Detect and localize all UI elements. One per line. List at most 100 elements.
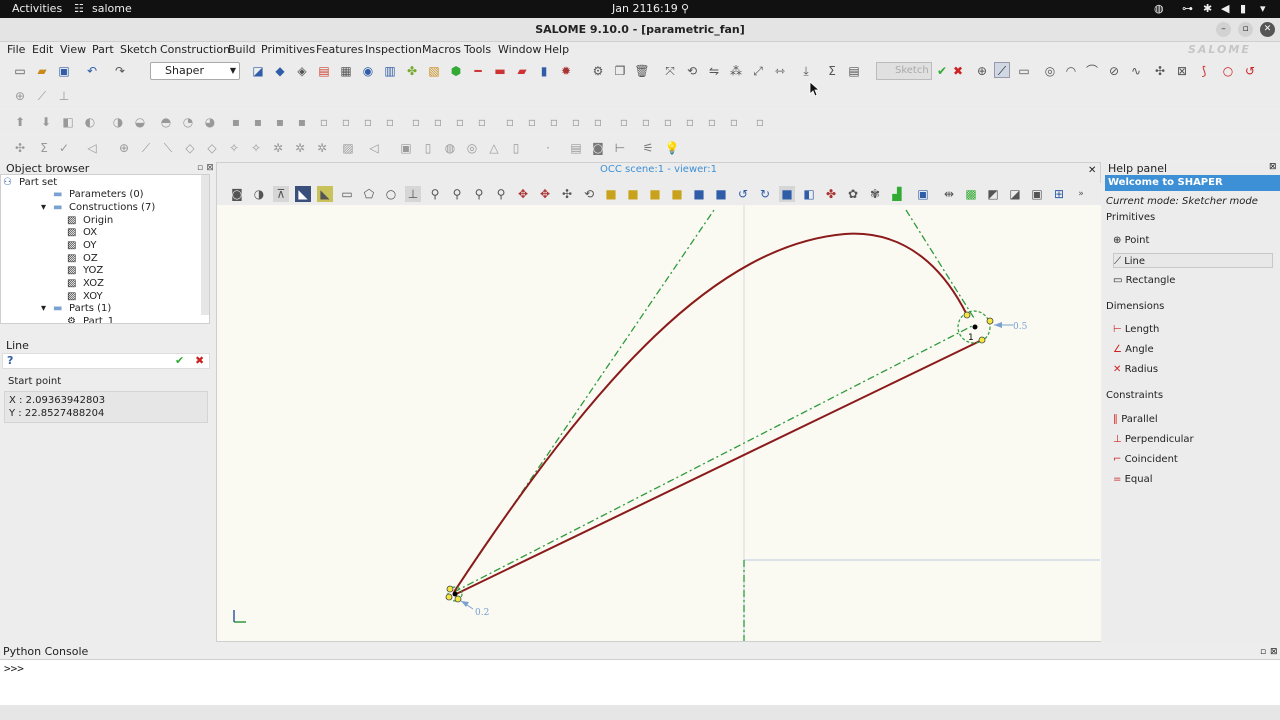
env-texture-icon[interactable]: ◩: [985, 186, 1001, 202]
endpoint-marker[interactable]: [978, 336, 986, 344]
help-item-point[interactable]: ⊕ Point: [1113, 233, 1273, 248]
console-float-icon[interactable]: ▫: [1260, 645, 1266, 659]
yacs-icon[interactable]: ▦: [338, 63, 354, 79]
union-icon[interactable]: ▫: [360, 114, 376, 130]
help-item-rectangle[interactable]: ▭ Rectangle: [1113, 273, 1273, 288]
extrude-icon[interactable]: ⬆: [12, 114, 28, 130]
group-cut-icon[interactable]: ▫: [704, 114, 720, 130]
group-add-icon[interactable]: ▫: [682, 114, 698, 130]
open-folder-icon[interactable]: ▰: [34, 63, 50, 79]
fillet-icon[interactable]: ◔: [180, 114, 196, 130]
leading-edge-center[interactable]: [452, 591, 458, 597]
start-point-box[interactable]: X : 2.09363942803 Y : 22.8527488204: [4, 391, 208, 423]
rotate-sketch-icon[interactable]: ↺: [1242, 63, 1258, 79]
help-item-perpendicular[interactable]: ⊥ Perpendicular: [1113, 432, 1273, 447]
linear-copy-icon[interactable]: ▫: [524, 114, 540, 130]
wire-icon[interactable]: ✓: [56, 140, 72, 156]
sketch-mode-button[interactable]: Sketch: [876, 62, 932, 80]
angular-copy-icon[interactable]: ▫: [502, 114, 518, 130]
tree-item-part1[interactable]: ⚙ Part_1: [67, 315, 114, 323]
tree-item-partset[interactable]: ⚇ Part set: [3, 176, 57, 189]
tree-item-xoz[interactable]: ▨ XOZ: [67, 277, 104, 290]
settings-gear-icon[interactable]: ⚙: [590, 63, 606, 79]
ellipse-arc-icon[interactable]: ⌒: [1084, 63, 1100, 79]
view-back-icon[interactable]: ■: [625, 186, 641, 202]
polyline-icon[interactable]: ⟍: [160, 140, 176, 156]
cut-icon[interactable]: ▪: [228, 114, 244, 130]
torus-icon[interactable]: ◎: [464, 140, 480, 156]
sum-icon[interactable]: Σ: [824, 63, 840, 79]
rectangle-tool-icon[interactable]: ▭: [1016, 63, 1032, 79]
menu-help[interactable]: Help: [544, 43, 569, 56]
revolve-icon[interactable]: ◐: [82, 114, 98, 130]
rotate-icon[interactable]: ⟲: [684, 63, 700, 79]
view-bottom-icon[interactable]: ■: [669, 186, 685, 202]
measure-icon[interactable]: ✹: [558, 63, 574, 79]
remove-results-icon[interactable]: ▫: [616, 114, 632, 130]
intersection-icon[interactable]: ▫: [568, 114, 584, 130]
chamfer-icon[interactable]: ◕: [202, 114, 218, 130]
dimension-label-end[interactable]: 0.5: [1013, 322, 1028, 332]
polygon-select-icon[interactable]: ⬠: [361, 186, 377, 202]
help-item-parallel[interactable]: ∥ Parallel: [1113, 412, 1273, 427]
module-selector[interactable]: Shaper ▼: [150, 62, 240, 80]
occ-viewer-canvas[interactable]: 0.5 1 0.2: [217, 205, 1101, 641]
help-icon[interactable]: ?: [7, 354, 13, 367]
cone-icon[interactable]: △: [486, 140, 502, 156]
console-close-icon[interactable]: ⊠: [1270, 645, 1278, 659]
help-item-coincident[interactable]: ⌐ Coincident: [1113, 452, 1273, 467]
circle-red-icon[interactable]: ○: [1220, 63, 1236, 79]
menu-window[interactable]: Window: [498, 43, 541, 56]
ambient-icon[interactable]: ▟: [889, 186, 905, 202]
boolean-icon[interactable]: ◓: [158, 114, 174, 130]
clipping-icon[interactable]: ✤: [823, 186, 839, 202]
sketch-ok-icon[interactable]: ✔: [934, 63, 950, 79]
dot-icon[interactable]: ·: [540, 140, 556, 156]
pan-icon[interactable]: ✥: [515, 186, 531, 202]
app-name[interactable]: salome: [92, 2, 132, 15]
lightbulb-icon[interactable]: 💡: [664, 140, 680, 156]
menu-tools[interactable]: Tools: [464, 43, 491, 56]
new-document-icon[interactable]: ▭: [12, 63, 28, 79]
import-icon[interactable]: ◁: [366, 140, 382, 156]
menu-file[interactable]: File: [7, 43, 25, 56]
compsolid-icon[interactable]: ✧: [248, 140, 264, 156]
select-vertex-icon[interactable]: ◣: [295, 186, 311, 202]
paravis-icon[interactable]: ▤: [316, 63, 332, 79]
sketch-axis-icon[interactable]: ⊥: [56, 88, 72, 104]
filling-icon[interactable]: ✲: [314, 140, 330, 156]
save-icon[interactable]: ▣: [56, 63, 72, 79]
remove-sub-icon[interactable]: ▫: [382, 114, 398, 130]
face-icon[interactable]: ◁: [84, 140, 100, 156]
help-item-angle[interactable]: ∠ Angle: [1113, 342, 1273, 357]
chevron-right-icon[interactable]: »: [1073, 186, 1089, 202]
global-pan-icon[interactable]: ✥: [537, 186, 553, 202]
split-shape-icon[interactable]: ▫: [316, 114, 332, 130]
endpoint-marker[interactable]: [446, 585, 454, 593]
help-item-line[interactable]: ⟋ Line: [1113, 253, 1273, 268]
menu-inspection[interactable]: Inspection: [365, 43, 422, 56]
dimension-label-start[interactable]: 0.2: [475, 608, 489, 618]
mirror-icon[interactable]: ⇋: [706, 63, 722, 79]
tree-item-parameters[interactable]: ▬ Parameters (0): [53, 188, 144, 201]
plot-icon[interactable]: ▮: [536, 63, 552, 79]
extrusion-icon[interactable]: ▬: [492, 63, 508, 79]
menu-part[interactable]: Part: [92, 43, 114, 56]
geometry-calc-icon[interactable]: ◙: [590, 140, 606, 156]
zoom-all-icon[interactable]: ⚲: [493, 186, 509, 202]
tree-item-constructions[interactable]: ▾ ▬ Constructions (7): [41, 201, 155, 214]
solid-icon[interactable]: ✧: [226, 140, 242, 156]
zoom-fit-icon[interactable]: ⚲: [471, 186, 487, 202]
scale-feature-icon[interactable]: ▫: [546, 114, 562, 130]
minimize-button[interactable]: –: [1216, 22, 1231, 37]
interpolation-icon[interactable]: ▨: [340, 140, 356, 156]
endpoint-marker[interactable]: [986, 317, 994, 325]
mouse-icon[interactable]: ◑: [251, 186, 267, 202]
stereo-icon[interactable]: ⇹: [941, 186, 957, 202]
time-label[interactable]: 16:19: [646, 2, 678, 15]
sketch-line-icon[interactable]: ⟋: [34, 88, 50, 104]
sketch-point-icon[interactable]: ⊕: [12, 88, 28, 104]
select-edge-icon[interactable]: ◣: [317, 186, 333, 202]
shell-icon[interactable]: ◇: [204, 140, 220, 156]
export-icon[interactable]: ⤓: [798, 63, 814, 79]
